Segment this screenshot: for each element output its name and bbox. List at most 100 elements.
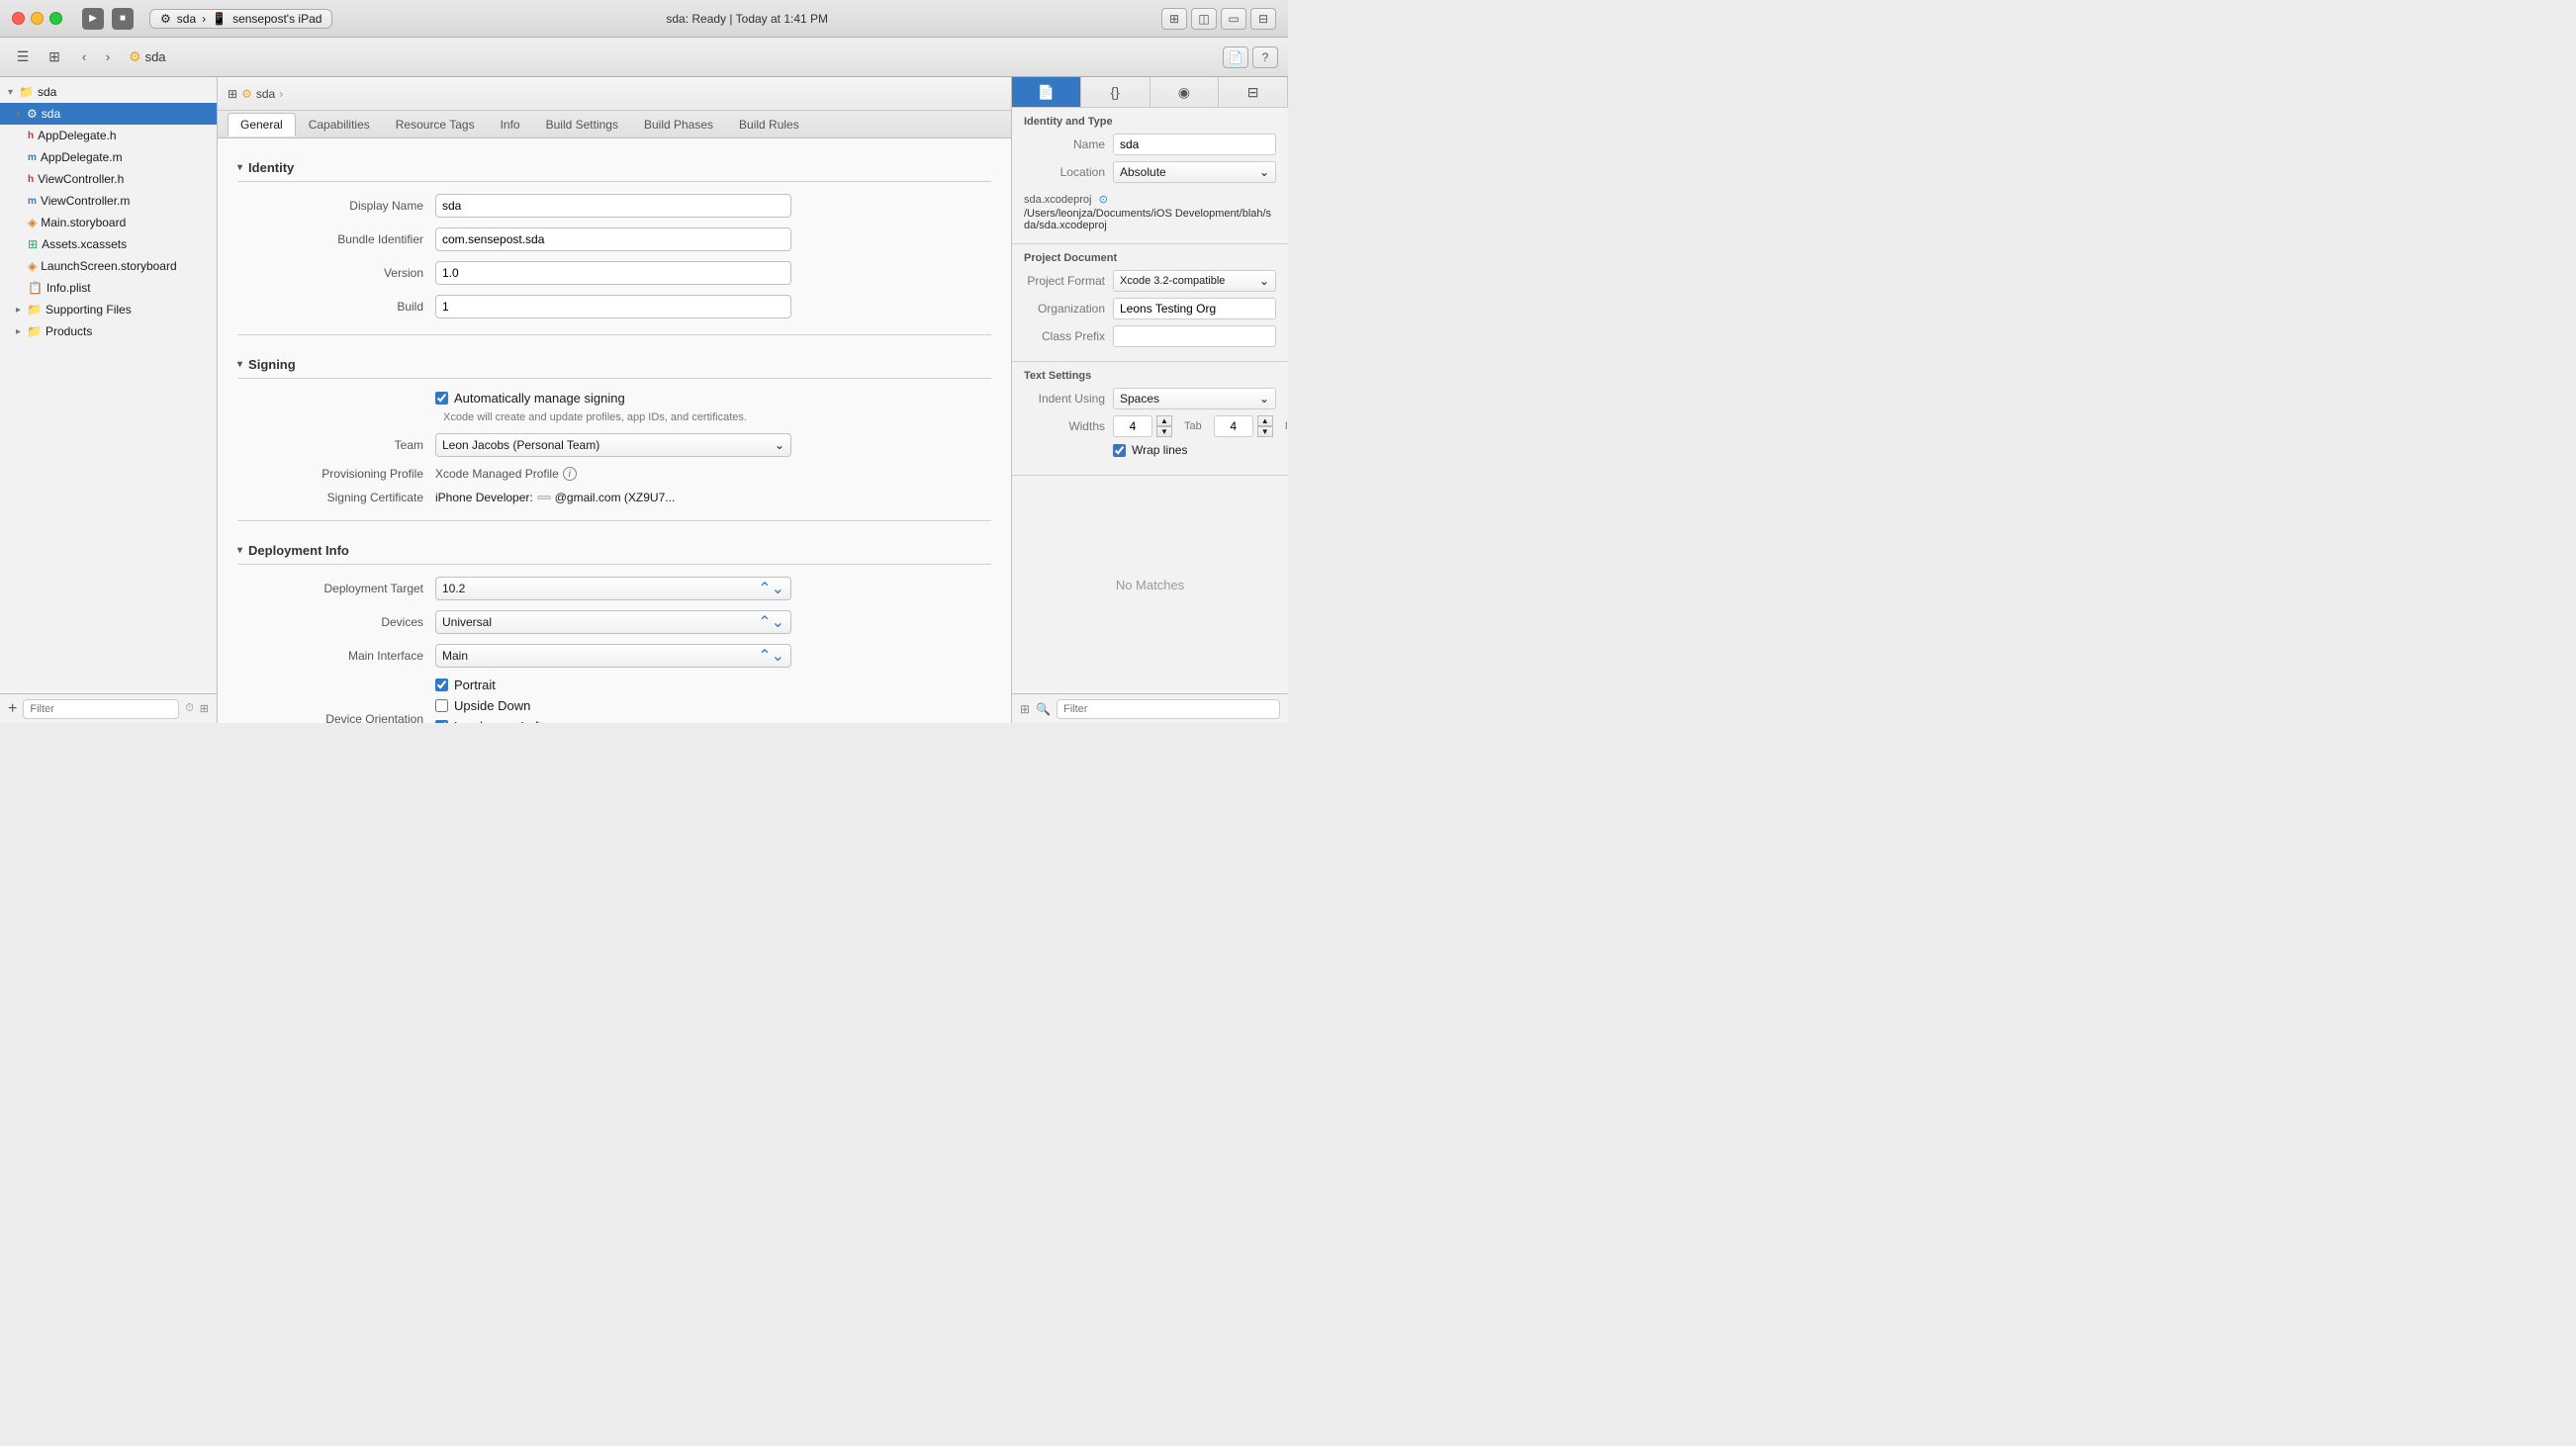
right-tab-doc[interactable]: 📄: [1012, 77, 1081, 107]
indent-increment[interactable]: ▲: [1257, 415, 1273, 426]
provisioning-control: Xcode Managed Profile i: [435, 467, 791, 481]
right-add-icon: ⊞: [1020, 702, 1030, 716]
wrap-checkbox[interactable]: [1113, 444, 1126, 457]
right-format-selector[interactable]: Xcode 3.2-compatible ⌄: [1113, 270, 1276, 292]
sidebar-root[interactable]: ▾ 📁 sda: [0, 81, 217, 103]
interface-selector[interactable]: Main ⌃⌄: [435, 644, 791, 668]
layout2-button[interactable]: ▭: [1221, 8, 1246, 30]
breadcrumb-toggle[interactable]: ⊞: [228, 87, 237, 101]
sf-label: Supporting Files: [46, 303, 132, 316]
sidebar-toggle-button[interactable]: ⊞: [1161, 8, 1187, 30]
layout3-button[interactable]: ⊟: [1250, 8, 1276, 30]
status-text: sda: Ready | Today at 1:41 PM: [340, 12, 1153, 26]
indent-arrow: ⌄: [1259, 392, 1269, 406]
indent-value-input[interactable]: [1214, 415, 1253, 437]
right-tab-layout[interactable]: ⊟: [1219, 77, 1288, 107]
team-selector[interactable]: Leon Jacobs (Personal Team) ⌄: [435, 433, 791, 457]
sidebar-item-products[interactable]: ▸ 📁 Products: [0, 320, 217, 342]
filter-options-icon[interactable]: ⊞: [200, 702, 209, 715]
doc-button[interactable]: 📄: [1223, 46, 1248, 68]
sidebar-item-main-storyboard[interactable]: ◈ Main.storyboard: [0, 212, 217, 233]
tab-build-rules[interactable]: Build Rules: [726, 113, 812, 136]
right-indent-selector[interactable]: Spaces ⌄: [1113, 388, 1276, 409]
tab-general[interactable]: General: [228, 113, 296, 136]
cert-row: Signing Certificate iPhone Developer: @g…: [237, 491, 991, 504]
right-name-input[interactable]: [1113, 134, 1276, 155]
back-button[interactable]: ‹: [73, 46, 95, 68]
info-icon[interactable]: i: [563, 467, 577, 481]
upside-down-checkbox[interactable]: [435, 699, 448, 712]
indent-stepper: ▲ ▼: [1214, 415, 1273, 437]
right-prefix-label: Class Prefix: [1024, 329, 1113, 343]
sidebar-project-label: sda: [42, 107, 60, 121]
build-row: Build: [237, 295, 991, 318]
sidebar-item-supporting-files[interactable]: ▸ 📁 Supporting Files: [0, 299, 217, 320]
right-project-header: Project Document: [1024, 252, 1276, 264]
display-name-label: Display Name: [237, 199, 435, 213]
right-format-label: Project Format: [1024, 274, 1113, 288]
target-selector[interactable]: 10.2 ⌃⌄: [435, 577, 791, 600]
breadcrumb-project-name[interactable]: sda: [256, 87, 275, 101]
bundle-id-input[interactable]: [435, 227, 791, 251]
sidebar-item-viewcontroller-m[interactable]: m ViewController.m: [0, 190, 217, 212]
right-tab-code[interactable]: {}: [1081, 77, 1150, 107]
layout-button[interactable]: ◫: [1191, 8, 1217, 30]
project-icon: ⚙: [129, 48, 141, 65]
devices-value: Universal: [442, 615, 492, 629]
filter-clock-icon: ⏱: [185, 702, 194, 715]
build-control: [435, 295, 791, 318]
right-prefix-input[interactable]: [1113, 325, 1276, 347]
signing-section: ▾ Signing Automatically manage signing X…: [237, 351, 991, 504]
minimize-button[interactable]: [31, 12, 44, 25]
deployment-header: ▾ Deployment Info: [237, 537, 991, 565]
help-button[interactable]: ?: [1252, 46, 1278, 68]
sidebar-item-info-plist[interactable]: 📋 Info.plist: [0, 277, 217, 299]
sidebar-content: ▾ 📁 sda ▾ ⚙ sda h AppDelegate.h m AppDel…: [0, 77, 217, 693]
sidebar-item-launch-storyboard[interactable]: ◈ LaunchScreen.storyboard: [0, 255, 217, 277]
play-button[interactable]: ▶: [82, 8, 104, 30]
cert-control: iPhone Developer: @gmail.com (XZ9U7...: [435, 491, 791, 504]
sidebar-project[interactable]: ▾ ⚙ sda: [0, 103, 217, 125]
tab-capabilities[interactable]: Capabilities: [296, 113, 383, 136]
tab-increment[interactable]: ▲: [1156, 415, 1172, 426]
sidebar-filter-input[interactable]: [23, 699, 179, 719]
scheme-selector[interactable]: ⚙ sda › 📱 sensepost's iPad: [149, 9, 332, 29]
landscape-left-checkbox[interactable]: [435, 720, 448, 723]
tab-info[interactable]: Info: [488, 113, 533, 136]
tab-resource-tags[interactable]: Resource Tags: [383, 113, 488, 136]
forward-button[interactable]: ›: [97, 46, 119, 68]
indent-decrement[interactable]: ▼: [1257, 426, 1273, 437]
tab-value-input[interactable]: [1113, 415, 1152, 437]
right-tab-circle[interactable]: ◉: [1150, 77, 1220, 107]
team-value: Leon Jacobs (Personal Team): [442, 438, 599, 452]
version-input[interactable]: [435, 261, 791, 285]
identity-disclosure[interactable]: ▾: [237, 162, 242, 173]
right-filter-input[interactable]: [1057, 699, 1280, 719]
tab-decrement[interactable]: ▼: [1156, 426, 1172, 437]
auto-manage-checkbox[interactable]: [435, 392, 448, 405]
maximize-button[interactable]: [49, 12, 62, 25]
devices-selector[interactable]: Universal ⌃⌄: [435, 610, 791, 634]
close-button[interactable]: [12, 12, 25, 25]
deployment-disclosure[interactable]: ▾: [237, 545, 242, 556]
right-location-selector[interactable]: Absolute ⌄: [1113, 161, 1276, 183]
devices-arrow: ⌃⌄: [758, 612, 784, 632]
provisioning-info: Xcode Managed Profile i: [435, 467, 791, 481]
right-org-input[interactable]: [1113, 298, 1276, 319]
indent-value: Spaces: [1120, 392, 1159, 406]
sidebar-item-appdelegate-h[interactable]: h AppDelegate.h: [0, 125, 217, 146]
sidebar-item-viewcontroller-h[interactable]: h ViewController.h: [0, 168, 217, 190]
stop-button[interactable]: ■: [112, 8, 134, 30]
build-input[interactable]: [435, 295, 791, 318]
sidebar-item-assets[interactable]: ⊞ Assets.xcassets: [0, 233, 217, 255]
add-icon[interactable]: +: [8, 700, 17, 718]
tab-build-phases[interactable]: Build Phases: [631, 113, 726, 136]
tab-build-settings[interactable]: Build Settings: [533, 113, 631, 136]
breadcrumb-text[interactable]: sda: [145, 49, 166, 64]
sidebar-item-appdelegate-m[interactable]: m AppDelegate.m: [0, 146, 217, 168]
signing-disclosure[interactable]: ▾: [237, 359, 242, 370]
display-name-input[interactable]: [435, 194, 791, 218]
portrait-checkbox[interactable]: [435, 678, 448, 691]
navigator-toggle[interactable]: ☰: [10, 45, 36, 70]
right-panel-tabs: 📄 {} ◉ ⊟: [1012, 77, 1288, 108]
